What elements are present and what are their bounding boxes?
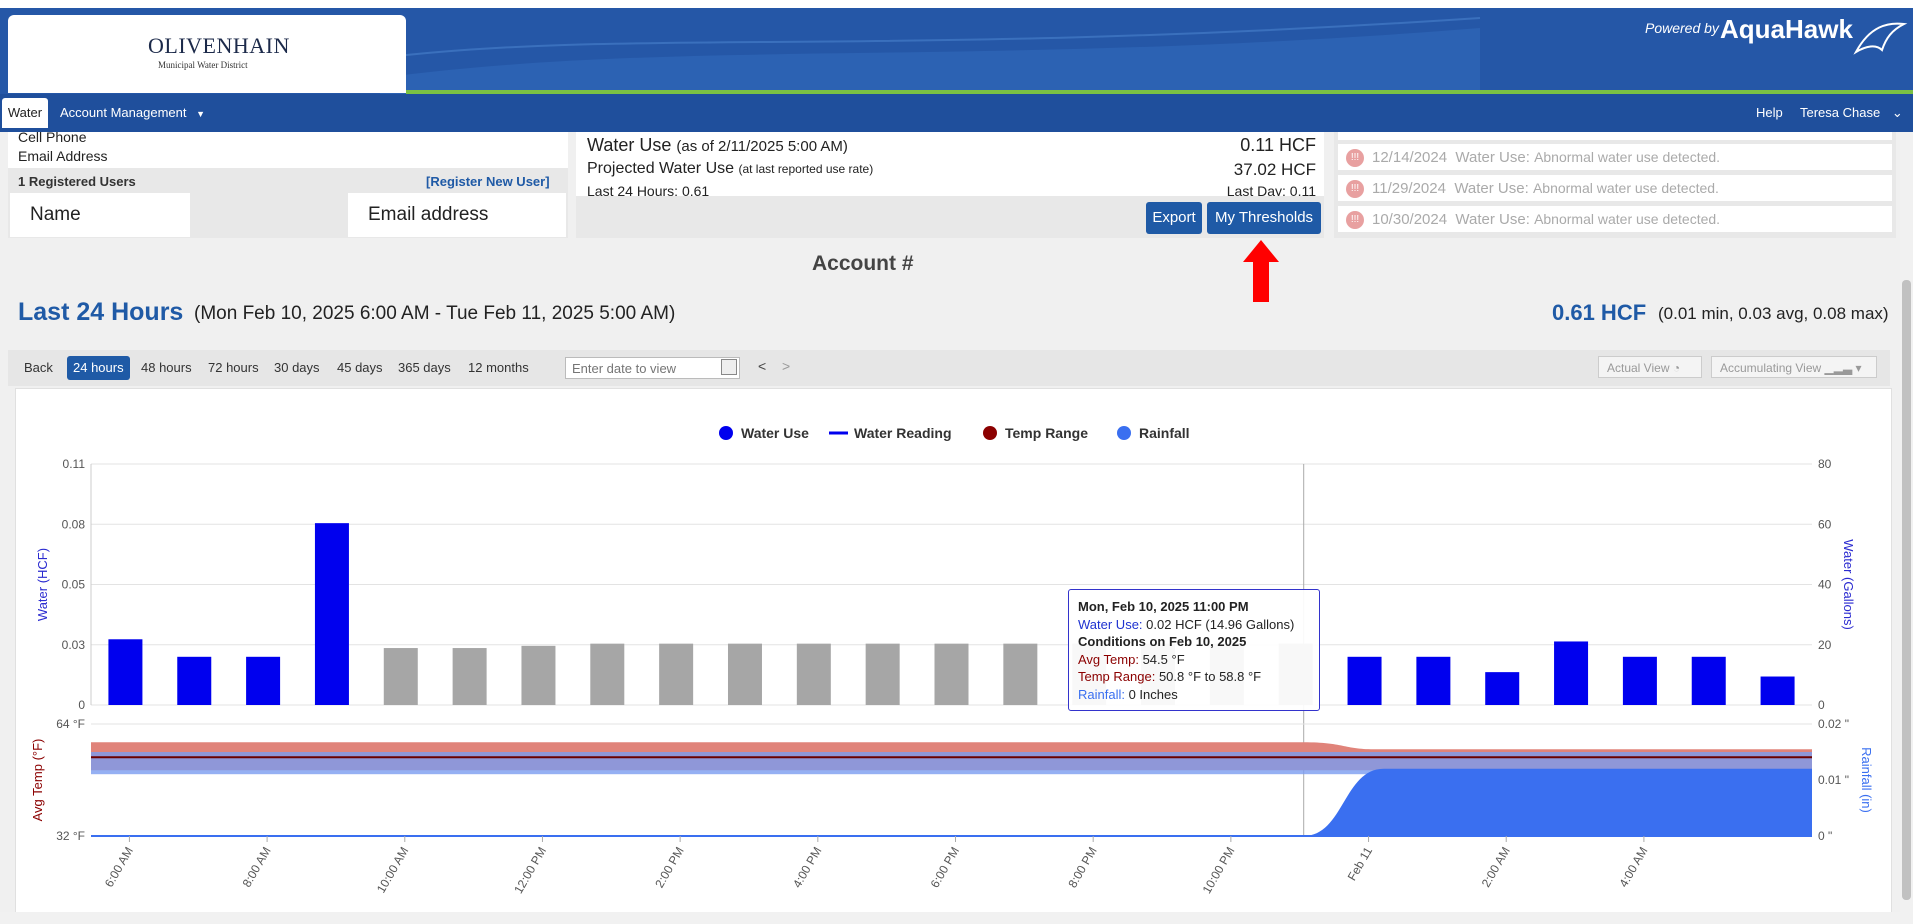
tooltip-range-label: Temp Range: [1078, 669, 1156, 684]
tooltip-title: Mon, Feb 10, 2025 11:00 PM [1078, 599, 1249, 614]
water-bar [1416, 656, 1451, 705]
rain-axis-title: Rainfall (in) [1859, 747, 1874, 813]
water-bar [1485, 672, 1520, 705]
rain-tick-label: 0 " [1818, 829, 1832, 843]
rain-tick-label: 0.01 " [1818, 773, 1849, 787]
temp-tick-label: 64 °F [56, 717, 85, 731]
x-tick-label: 6:00 AM [102, 845, 136, 890]
water-bar [659, 643, 694, 705]
tooltip-rain-value: 0 Inches [1128, 686, 1178, 702]
y-tick-label: 0 [78, 698, 85, 712]
y-tick-label: 0.05 [62, 578, 86, 592]
water-bar [383, 648, 418, 705]
x-tick-label: 10:00 AM [374, 844, 411, 895]
x-tick-label: 4:00 PM [790, 845, 824, 891]
water-bar [934, 643, 969, 705]
water-bar [1003, 643, 1038, 705]
y2-tick-label: 80 [1818, 457, 1832, 471]
water-bar [246, 656, 281, 705]
legend-label: Rainfall [1139, 425, 1190, 441]
tooltip-rain-label: Rainfall: [1078, 686, 1125, 702]
legend-dot-icon [719, 426, 733, 440]
water-bar [865, 643, 900, 705]
x-tick-label: 10:00 PM [1200, 845, 1238, 896]
tooltip-temp-value: 54.5 °F [1142, 651, 1185, 667]
x-tick-label: 6:00 PM [928, 845, 962, 891]
water-bar [1622, 656, 1657, 705]
rain-tick-label: 0.02 " [1818, 717, 1849, 731]
horizontal-scrollbar[interactable] [0, 912, 1900, 924]
x-tick-label: 4:00 AM [1616, 845, 1650, 890]
y2-tick-label: 60 [1818, 517, 1832, 531]
y-tick-label: 0.11 [63, 457, 86, 471]
legend-dot-icon [983, 426, 997, 440]
vertical-scroll-thumb[interactable] [1902, 280, 1911, 900]
water-bar [108, 639, 143, 705]
x-tick-label: 8:00 AM [240, 845, 274, 890]
y-tick-label: 0.03 [62, 638, 86, 652]
y2-tick-label: 20 [1818, 638, 1832, 652]
tooltip-range-value: 50.8 °F to 58.8 °F [1158, 669, 1262, 684]
tooltip-water-label: Water Use: [1078, 616, 1143, 632]
chart-legend: Water Use Water Reading Temp Range Rainfall [719, 425, 1190, 441]
water-bar [1347, 656, 1382, 705]
usage-chart: Water Use Water Reading Temp Range Rainfall… [30, 425, 1874, 896]
x-tick-label: Feb 11 [1345, 844, 1376, 883]
x-tick-label: 12:00 PM [511, 845, 549, 896]
water-bar [521, 645, 556, 705]
y-tick-label: 0.08 [62, 517, 86, 531]
y-axis-title: Water (HCF) [35, 548, 50, 621]
chart-tooltip: Mon, Feb 10, 2025 11:00 PM Water Use: 0.… [1068, 589, 1320, 711]
rainfall-area [1303, 768, 1812, 836]
water-bar [1760, 676, 1795, 705]
legend-label: Water Use [741, 425, 809, 441]
x-tick-label: 2:00 PM [652, 845, 686, 891]
water-bar [452, 648, 487, 705]
water-bar [796, 643, 831, 705]
y2-axis-title: Water (Gallons) [1841, 539, 1856, 630]
temp-tick-label: 32 °F [56, 829, 85, 843]
water-bar [1554, 641, 1589, 705]
water-bar [314, 523, 349, 705]
temp-axis-title: Avg Temp (°F) [30, 739, 45, 822]
x-tick-label: 8:00 PM [1065, 845, 1099, 891]
y2-tick-label: 0 [1818, 698, 1825, 712]
legend-label: Water Reading [854, 425, 952, 441]
x-tick-label: 2:00 AM [1479, 845, 1513, 890]
water-bar [1691, 656, 1726, 705]
y2-tick-label: 40 [1818, 578, 1832, 592]
legend-label: Temp Range [1005, 425, 1088, 441]
weather-area [91, 723, 1812, 837]
tooltip-water-value: 0.02 HCF (14.96 Gallons) [1146, 616, 1295, 632]
water-bar [177, 656, 212, 705]
tooltip-conditions: Conditions on Feb 10, 2025 [1078, 634, 1247, 649]
tooltip-temp-label: Avg Temp: [1078, 651, 1139, 667]
legend-dot-icon [1117, 426, 1131, 440]
water-bar [727, 643, 762, 705]
water-bar [590, 643, 625, 705]
